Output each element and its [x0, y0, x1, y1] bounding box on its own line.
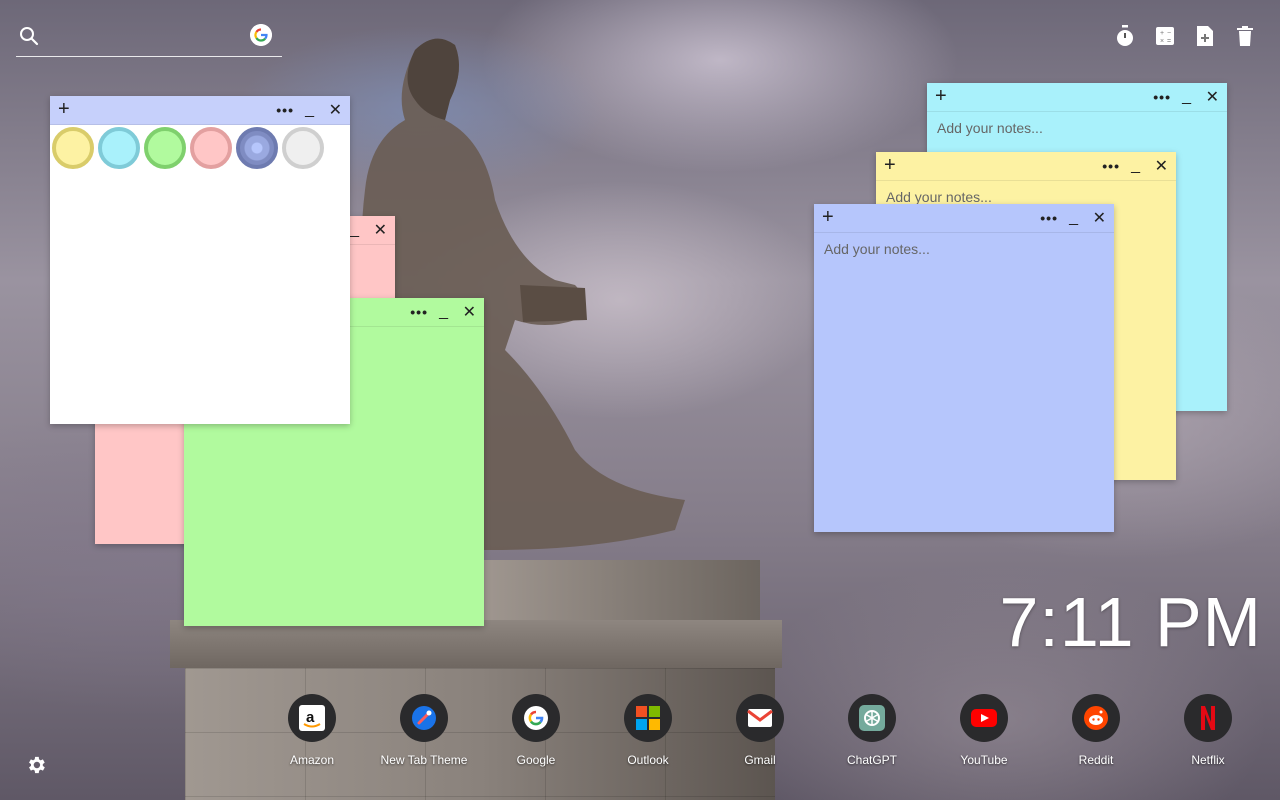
note-textarea[interactable] [814, 233, 1114, 531]
gmail-icon [736, 694, 784, 742]
pedestal-cap [170, 620, 782, 668]
amazon-icon: a [288, 694, 336, 742]
note-header: + ••• _ ✕ [927, 83, 1227, 112]
search-icon[interactable] [19, 26, 39, 46]
top-toolbar: + − × = [1114, 24, 1256, 48]
youtube-icon [960, 694, 1008, 742]
timer-icon [1117, 25, 1133, 46]
svg-text:×: × [1160, 38, 1164, 45]
svg-text:+: + [1160, 30, 1164, 37]
svg-text:−: − [1167, 30, 1171, 37]
minimize-icon[interactable]: _ [1131, 152, 1140, 180]
reddit-icon [1072, 694, 1120, 742]
calculator-icon: + − × = [1156, 27, 1174, 45]
search-input[interactable] [50, 26, 254, 52]
new-tab-theme-icon [400, 694, 448, 742]
shortcut-label: New Tab Theme [380, 753, 468, 767]
minimize-icon[interactable]: _ [1182, 83, 1191, 111]
shortcut-reddit[interactable]: Reddit [1046, 694, 1146, 767]
new-note-icon[interactable]: + [822, 207, 834, 227]
shortcut-label: Google [516, 753, 556, 767]
chatgpt-icon [848, 694, 896, 742]
shortcut-new-tab-theme[interactable]: New Tab Theme [374, 694, 474, 767]
timer-button[interactable] [1114, 24, 1136, 48]
settings-gear-icon[interactable] [25, 754, 47, 776]
shortcut-label: Gmail [744, 753, 776, 767]
minimize-icon[interactable]: _ [1069, 204, 1078, 232]
more-icon[interactable]: ••• [410, 298, 428, 326]
shortcut-amazon[interactable]: a Amazon [262, 694, 362, 767]
clock: 7:11 PM [999, 583, 1262, 661]
svg-text:a: a [306, 709, 315, 726]
shortcut-label: Netflix [1191, 753, 1225, 767]
close-icon[interactable]: ✕ [374, 216, 387, 244]
shortcut-youtube[interactable]: YouTube [934, 694, 1034, 767]
swatch-yellow[interactable] [52, 127, 94, 169]
shortcut-chatgpt[interactable]: ChatGPT [822, 694, 922, 767]
new-note-icon[interactable]: + [935, 86, 947, 106]
more-icon[interactable]: ••• [276, 96, 294, 124]
note-white: + ••• _ ✕ [50, 96, 350, 424]
more-icon[interactable]: ••• [1040, 204, 1058, 232]
swatch-green[interactable] [144, 127, 186, 169]
note-header: + ••• _ ✕ [814, 204, 1114, 233]
shortcut-label: YouTube [960, 753, 1008, 767]
close-icon[interactable]: ✕ [1206, 83, 1219, 111]
outlook-icon [624, 694, 672, 742]
swatch-blue-selected[interactable] [236, 127, 278, 169]
trash-icon [1237, 26, 1253, 46]
search-bar [16, 22, 282, 57]
note-header: + ••• _ ✕ [876, 152, 1176, 181]
new-note-icon[interactable]: + [884, 155, 896, 175]
color-palette [50, 125, 350, 169]
netflix-icon [1184, 694, 1232, 742]
shortcut-google[interactable]: Google [486, 694, 586, 767]
minimize-icon[interactable]: _ [305, 96, 314, 124]
shortcut-gmail[interactable]: Gmail [710, 694, 810, 767]
more-icon[interactable]: ••• [1153, 83, 1171, 111]
close-icon[interactable]: ✕ [463, 298, 476, 326]
note-header: + ••• _ ✕ [50, 96, 350, 125]
shortcut-outlook[interactable]: Outlook [598, 694, 698, 767]
shortcut-label: ChatGPT [846, 753, 897, 767]
add-note-button[interactable] [1194, 24, 1216, 48]
calculator-button[interactable]: + − × = [1154, 24, 1176, 48]
minimize-icon[interactable]: _ [350, 216, 359, 244]
close-icon[interactable]: ✕ [329, 96, 342, 124]
close-icon[interactable]: ✕ [1155, 152, 1168, 180]
close-icon[interactable]: ✕ [1093, 204, 1106, 232]
add-note-icon [1197, 26, 1213, 46]
trash-button[interactable] [1234, 24, 1256, 48]
note-blue: + ••• _ ✕ [814, 204, 1114, 532]
more-icon[interactable]: ••• [1102, 152, 1120, 180]
minimize-icon[interactable]: _ [439, 298, 448, 326]
swatch-cyan[interactable] [98, 127, 140, 169]
shortcut-label: Reddit [1078, 753, 1114, 767]
shortcut-label: Amazon [289, 753, 335, 767]
google-search-icon[interactable] [250, 24, 272, 46]
shortcut-netflix[interactable]: Netflix [1158, 694, 1258, 767]
svg-text:=: = [1167, 38, 1171, 45]
new-note-icon[interactable]: + [58, 99, 70, 119]
swatch-pink[interactable] [190, 127, 232, 169]
note-textarea[interactable] [50, 169, 350, 421]
shortcut-label: Outlook [627, 753, 669, 767]
swatch-gray[interactable] [282, 127, 324, 169]
google-icon [512, 694, 560, 742]
